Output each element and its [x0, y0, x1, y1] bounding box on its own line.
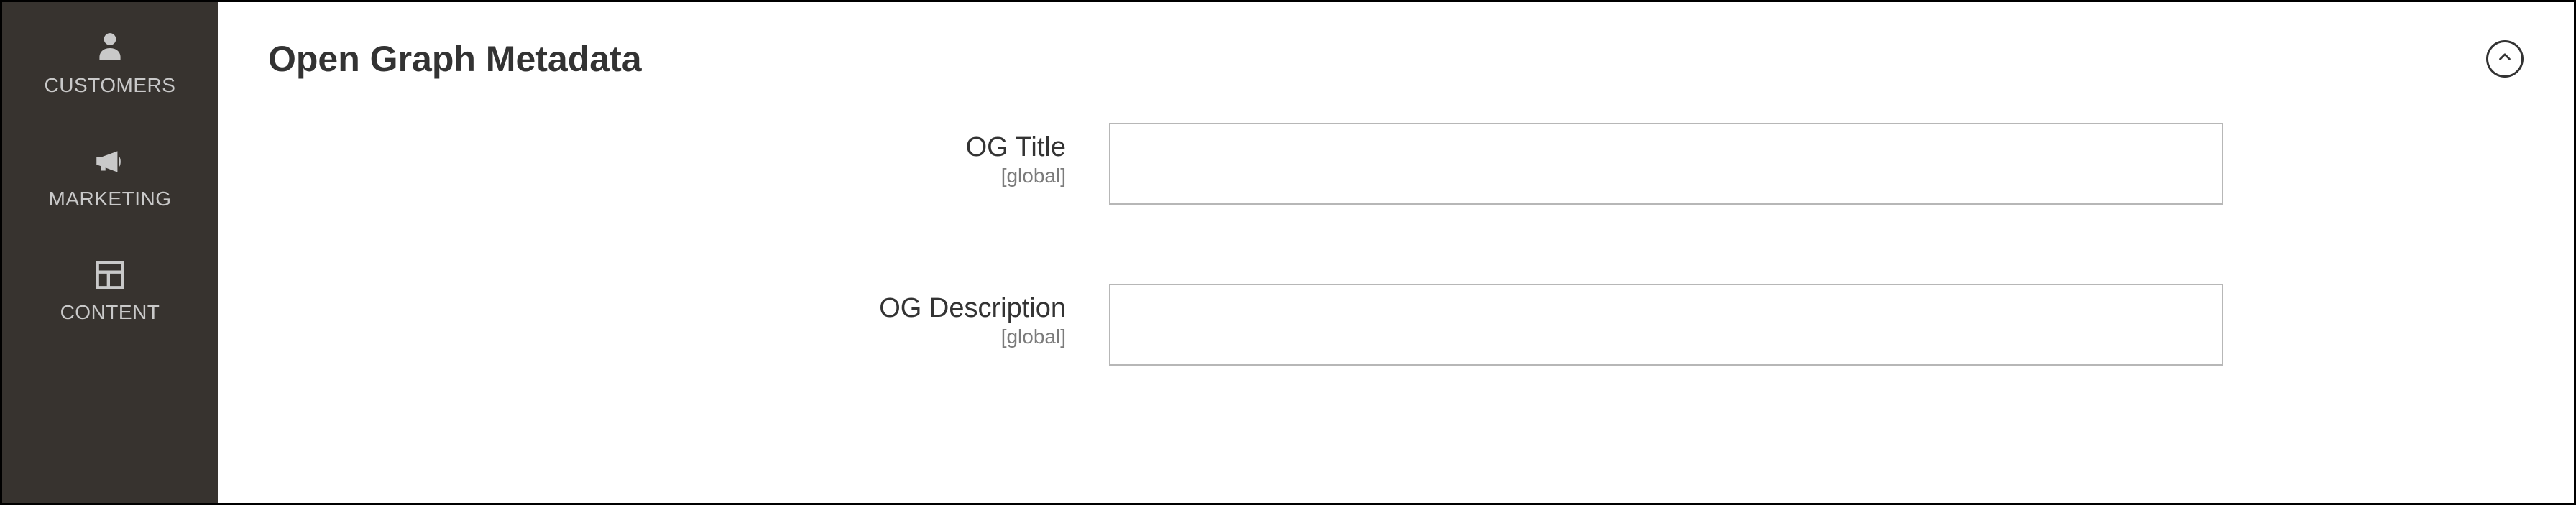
field-input-wrap: [1109, 284, 2223, 366]
chevron-up-icon: [2496, 47, 2514, 71]
layout-icon: [88, 254, 132, 297]
field-label-wrap: OG Title [global]: [261, 123, 1109, 187]
admin-sidebar: CUSTOMERS MARKETING CONTENT: [2, 2, 218, 503]
sidebar-item-label: MARKETING: [49, 187, 172, 210]
og-title-input[interactable]: [1109, 123, 2223, 205]
sidebar-item-label: CUSTOMERS: [45, 74, 176, 97]
sidebar-item-content[interactable]: CONTENT: [2, 235, 218, 348]
field-row-og-title: OG Title [global]: [261, 123, 2531, 205]
person-icon: [88, 27, 132, 70]
sidebar-item-marketing[interactable]: MARKETING: [2, 121, 218, 235]
main-content: Open Graph Metadata OG Title [global] OG…: [218, 2, 2574, 503]
field-input-wrap: [1109, 123, 2223, 205]
field-scope: [global]: [261, 325, 1066, 348]
section-title: Open Graph Metadata: [268, 38, 642, 80]
section-header[interactable]: Open Graph Metadata: [261, 31, 2531, 123]
og-description-input[interactable]: [1109, 284, 2223, 366]
form-body: OG Title [global] OG Description [global…: [261, 123, 2531, 366]
field-row-og-description: OG Description [global]: [261, 284, 2531, 366]
sidebar-item-customers[interactable]: CUSTOMERS: [2, 8, 218, 121]
field-label: OG Title: [261, 133, 1066, 163]
sidebar-item-label: CONTENT: [60, 301, 160, 324]
collapse-toggle[interactable]: [2486, 40, 2524, 78]
field-scope: [global]: [261, 165, 1066, 187]
field-label-wrap: OG Description [global]: [261, 284, 1109, 348]
megaphone-icon: [88, 140, 132, 183]
field-label: OG Description: [261, 294, 1066, 324]
